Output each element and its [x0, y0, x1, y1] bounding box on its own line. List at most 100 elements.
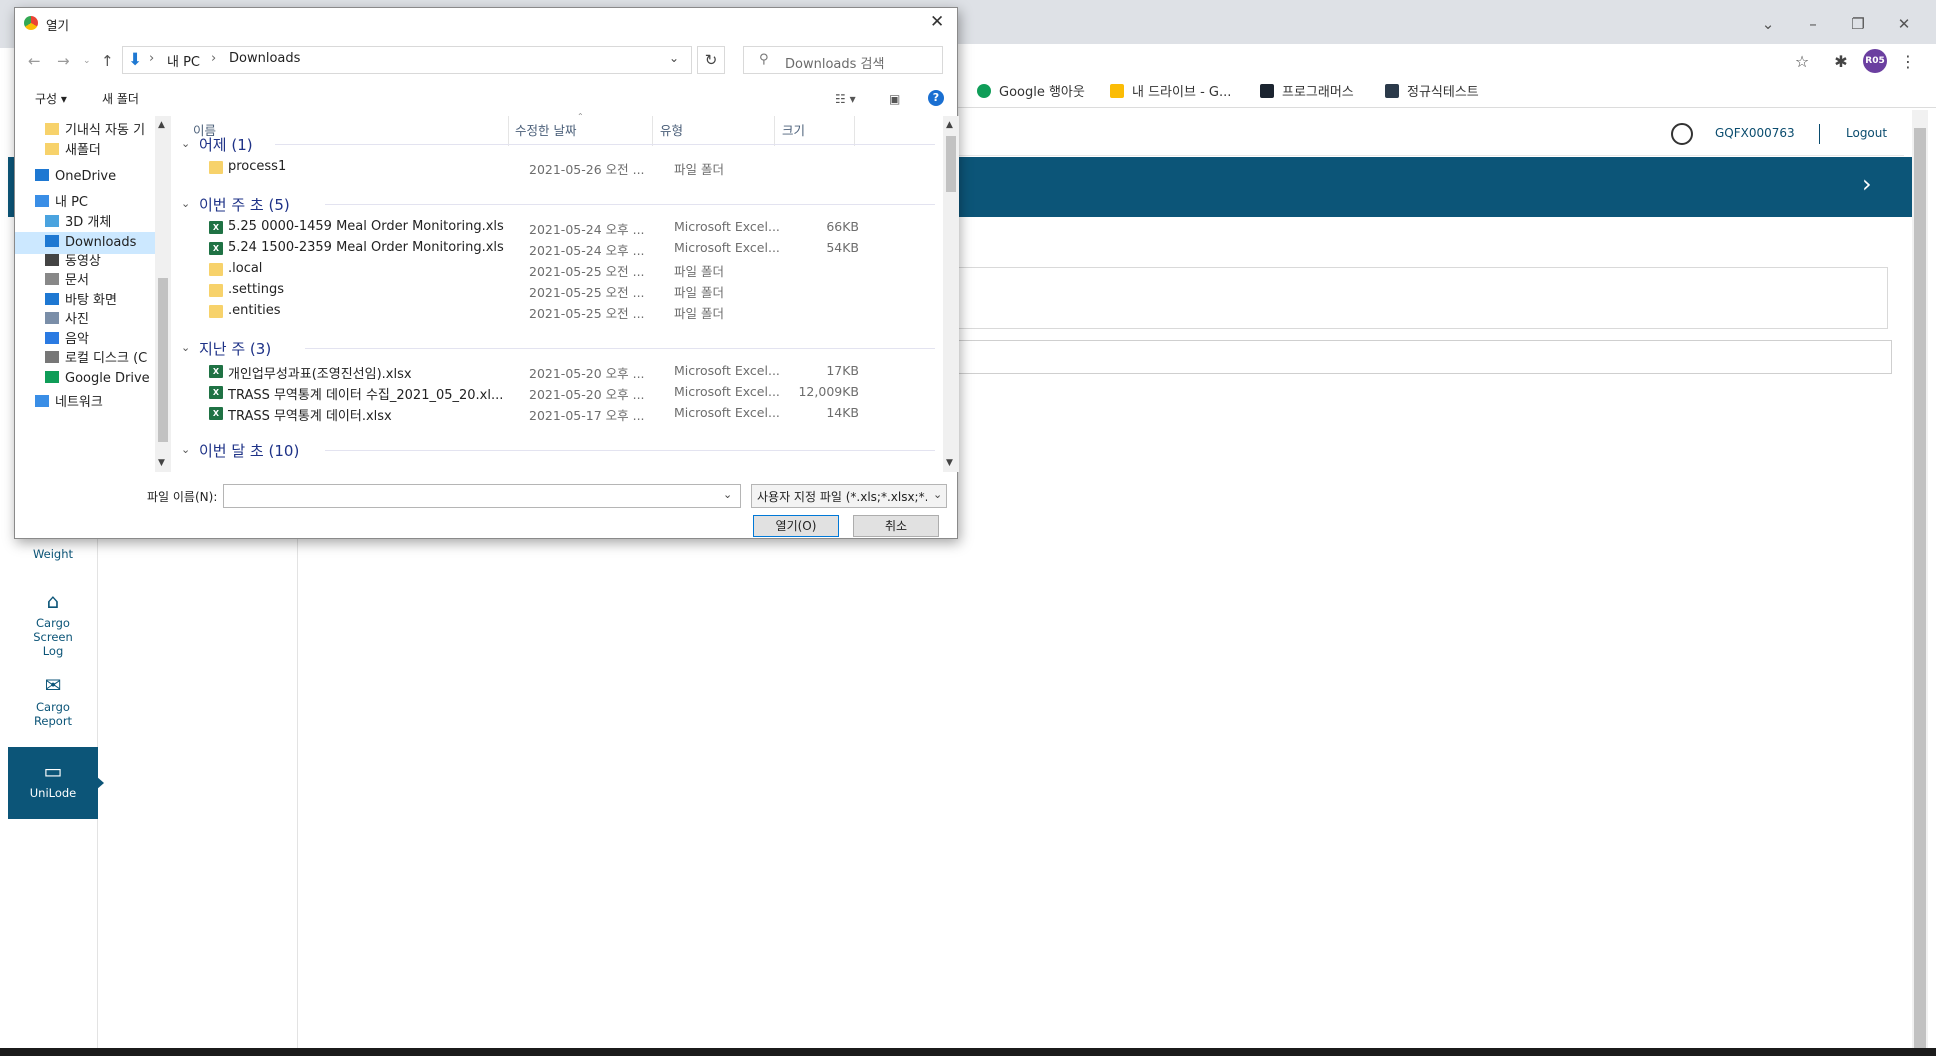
close-window-icon[interactable]: ✕	[1886, 12, 1922, 36]
group-header[interactable]: 지난 주 (3)	[199, 338, 271, 359]
scroll-up-icon[interactable]: ▲	[946, 120, 953, 130]
building-icon: ⌂	[46, 589, 60, 613]
file-name[interactable]: 5.25 0000-1459 Meal Order Monitoring.xls	[228, 219, 504, 234]
tree-item[interactable]: OneDrive	[15, 166, 155, 188]
filename-input[interactable]	[223, 484, 741, 508]
tree-item[interactable]: Google Drive	[15, 368, 155, 390]
file-date: 2021-05-25 오전 ...	[529, 285, 645, 300]
scroll-down-icon[interactable]: ▼	[158, 458, 165, 468]
chevron-down-icon[interactable]: ⌄	[181, 443, 190, 456]
tree-item[interactable]: 내 PC	[15, 192, 155, 214]
breadcrumb-downloads[interactable]: Downloads	[229, 51, 300, 66]
folder-icon	[209, 305, 223, 318]
column-date[interactable]: 수정한 날짜	[515, 120, 576, 139]
column-size[interactable]: 크기	[782, 120, 805, 139]
extensions-icon[interactable]: ✱	[1829, 50, 1853, 74]
page-scrollbar-thumb[interactable]	[1914, 128, 1926, 1048]
restore-icon[interactable]: ❐	[1840, 12, 1876, 36]
tree-item-label: OneDrive	[55, 169, 117, 184]
browser-menu-icon[interactable]: ⋮	[1896, 50, 1920, 74]
google-drive-icon	[1110, 84, 1124, 98]
back-arrow-icon[interactable]: ←	[28, 52, 41, 70]
avatar[interactable]: R05	[1863, 49, 1887, 73]
group-header[interactable]: 어제 (1)	[199, 134, 253, 155]
file-name[interactable]: TRASS 무역통계 데이터 수집_2021_05_20.xl...	[228, 384, 503, 403]
file-name[interactable]: TRASS 무역통계 데이터.xlsx	[228, 405, 392, 424]
tree-item[interactable]: 문서	[15, 270, 155, 292]
new-folder-button[interactable]: 새 폴더	[102, 90, 139, 107]
tree-item[interactable]: 사진	[15, 309, 155, 331]
minimize-icon[interactable]: –	[1795, 12, 1831, 36]
tree-item[interactable]: 네트워크	[15, 392, 155, 414]
filename-dropdown-icon[interactable]: ⌄	[723, 488, 732, 501]
folder-icon	[45, 143, 59, 155]
tree-item[interactable]: 로컬 디스크 (C	[15, 348, 155, 370]
file-name[interactable]: .local	[228, 261, 262, 276]
nav-cargo-screen-log[interactable]: ⌂ Cargo Screen Log	[8, 590, 98, 658]
close-icon[interactable]: ✕	[930, 12, 944, 32]
file-name[interactable]: .settings	[228, 282, 284, 297]
tree-item[interactable]: 기내식 자동 기	[15, 120, 155, 142]
bookmark-hangouts[interactable]: Google 행아웃	[977, 83, 1085, 103]
cancel-button[interactable]: 취소	[853, 515, 939, 537]
group-divider	[305, 348, 935, 349]
sort-icon: ⌃	[577, 112, 584, 121]
file-type: Microsoft Excel...	[674, 240, 780, 255]
excel-file-icon: X	[209, 365, 223, 378]
tree-item[interactable]: 3D 개체	[15, 212, 155, 234]
group-header[interactable]: 이번 달 초 (10)	[199, 440, 299, 461]
chevron-down-icon[interactable]: ⌄	[181, 341, 190, 354]
nav-cargo-report[interactable]: ✉ Cargo Report	[8, 674, 98, 728]
view-options-icon[interactable]: ☷ ▾	[835, 92, 856, 106]
preview-pane-icon[interactable]: ▣	[889, 92, 900, 106]
file-name[interactable]: 5.24 1500-2359 Meal Order Monitoring.xls	[228, 240, 504, 255]
nav-unilode[interactable]: ▭ UniLode	[8, 760, 98, 800]
scroll-up-icon[interactable]: ▲	[158, 120, 165, 130]
tree-item-label: Google Drive	[65, 371, 150, 386]
programmers-icon	[1260, 84, 1274, 98]
address-dropdown-icon[interactable]: ⌄	[669, 51, 679, 65]
tree-item[interactable]: 새폴더	[15, 140, 155, 162]
address-bar[interactable]	[122, 46, 692, 74]
bookmark-regex-test[interactable]: 정규식테스트	[1385, 83, 1479, 103]
help-icon[interactable]: ?	[928, 90, 944, 106]
tree-item-label: 기내식 자동 기	[65, 123, 146, 138]
file-name[interactable]: .entities	[228, 303, 281, 318]
bookmark-google-drive[interactable]: 내 드라이브 - G...	[1110, 83, 1231, 103]
dialog-title-bar	[15, 8, 957, 38]
column-type[interactable]: 유형	[660, 120, 683, 139]
list-scrollbar-thumb[interactable]	[946, 136, 956, 192]
tree-scrollbar-thumb[interactable]	[158, 278, 168, 442]
refresh-button[interactable]: ↻	[697, 46, 725, 74]
file-type: 파일 폴더	[674, 264, 724, 279]
star-icon[interactable]: ☆	[1790, 50, 1814, 74]
dialog-title: 열기	[46, 18, 70, 33]
forward-arrow-icon[interactable]: →	[57, 52, 70, 70]
bookmark-programmers[interactable]: 프로그래머스	[1260, 83, 1354, 103]
chevron-right-icon[interactable]: ›	[1862, 170, 1872, 198]
regex-icon	[1385, 84, 1399, 98]
breadcrumb-this-pc[interactable]: 내 PC	[167, 51, 200, 70]
up-arrow-icon[interactable]: ↑	[101, 52, 114, 70]
group-header[interactable]: 이번 주 초 (5)	[199, 194, 290, 215]
tree-item-label: 3D 개체	[65, 215, 112, 230]
logout-link[interactable]: Logout	[1846, 126, 1887, 140]
chevron-down-icon[interactable]: ⌄	[181, 197, 190, 210]
open-button[interactable]: 열기(O)	[753, 515, 839, 537]
chevron-down-icon[interactable]: ⌄	[181, 137, 190, 150]
folder-icon	[209, 284, 223, 297]
file-name[interactable]: 개인업무성과표(조영진선임).xlsx	[228, 363, 412, 382]
scroll-down-icon[interactable]: ▼	[946, 458, 953, 468]
recent-locations-icon[interactable]: ⌄	[83, 56, 91, 66]
file-name[interactable]: process1	[228, 159, 286, 174]
card-icon: ▭	[43, 759, 63, 783]
content-input[interactable]	[954, 340, 1892, 374]
chrome-icon	[24, 16, 38, 30]
file-type: 파일 폴더	[674, 285, 724, 300]
organize-button[interactable]: 구성 ▾	[35, 90, 67, 107]
picture-icon	[45, 312, 59, 324]
user-icon	[1671, 123, 1693, 145]
file-type-value: 사용자 지정 파일 (*.xls;*.xlsx;*.	[757, 490, 927, 504]
nav-weight[interactable]: Weight	[8, 547, 98, 561]
profile-menu-icon[interactable]: ⌄	[1750, 12, 1786, 36]
